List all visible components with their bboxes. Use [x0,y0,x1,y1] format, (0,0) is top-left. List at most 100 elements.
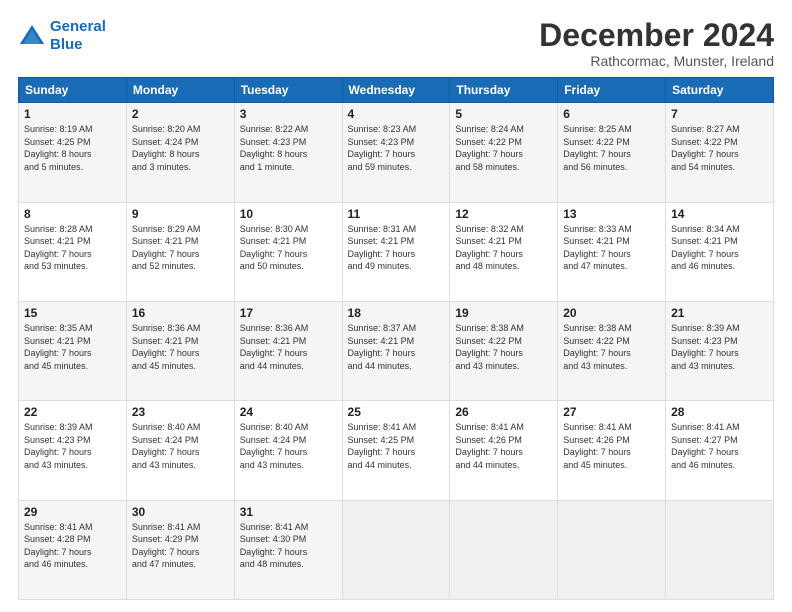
day-number: 2 [132,107,229,121]
calendar-cell: 4Sunrise: 8:23 AM Sunset: 4:23 PM Daylig… [342,103,450,202]
calendar-cell: 14 Sunrise: 8:34 AM Sunset: 4:21 PM Dayli… [666,202,774,301]
day-info: Sunrise: 8:41 AM Sunset: 4:27 PM Dayligh… [671,421,768,471]
day-number: 31 [240,505,337,519]
calendar-cell: 5 Sunrise: 8:24 AM Sunset: 4:22 PM Daylig… [450,103,558,202]
calendar-cell: 12 Sunrise: 8:32 AM Sunset: 4:21 PM Dayli… [450,202,558,301]
calendar-cell: 23 Sunrise: 8:40 AM Sunset: 4:24 PM Dayli… [126,401,234,500]
calendar-cell: 3 Sunrise: 8:22 AM Sunset: 4:23 PM Daylig… [234,103,342,202]
day-number: 30 [132,505,229,519]
calendar-cell: 19Sunrise: 8:38 AM Sunset: 4:22 PM Dayli… [450,301,558,400]
calendar-cell [558,500,666,599]
day-info: Sunrise: 8:38 AM Sunset: 4:22 PM Dayligh… [563,322,660,372]
day-number: 14 [671,207,768,221]
day-number: 20 [563,306,660,320]
calendar-cell: 10Sunrise: 8:30 AM Sunset: 4:21 PM Dayli… [234,202,342,301]
calendar-cell: 16 Sunrise: 8:36 AM Sunset: 4:21 PM Dayli… [126,301,234,400]
day-info: Sunrise: 8:40 AM Sunset: 4:24 PM Dayligh… [132,421,229,471]
calendar-cell: 24 Sunrise: 8:40 AM Sunset: 4:24 PM Dayli… [234,401,342,500]
day-info: Sunrise: 8:41 AM Sunset: 4:29 PM Dayligh… [132,521,229,571]
day-number: 12 [455,207,552,221]
calendar-cell: 11Sunrise: 8:31 AM Sunset: 4:21 PM Dayli… [342,202,450,301]
calendar-cell: 26 Sunrise: 8:41 AM Sunset: 4:26 PM Dayli… [450,401,558,500]
day-info: Sunrise: 8:28 AM Sunset: 4:21 PM Dayligh… [24,223,121,273]
day-info: Sunrise: 8:40 AM Sunset: 4:24 PM Dayligh… [240,421,337,471]
day-info: Sunrise: 8:39 AM Sunset: 4:23 PM Dayligh… [671,322,768,372]
day-info: Sunrise: 8:41 AM Sunset: 4:25 PM Dayligh… [348,421,445,471]
calendar-header-row: Sunday Monday Tuesday Wednesday Thursday… [19,78,774,103]
week-row-5: 29Sunrise: 8:41 AM Sunset: 4:28 PM Dayli… [19,500,774,599]
day-number: 3 [240,107,337,121]
day-info: Sunrise: 8:41 AM Sunset: 4:30 PM Dayligh… [240,521,337,571]
day-info: Sunrise: 8:38 AM Sunset: 4:22 PM Dayligh… [455,322,552,372]
col-saturday: Saturday [666,78,774,103]
day-info: Sunrise: 8:36 AM Sunset: 4:21 PM Dayligh… [132,322,229,372]
day-number: 25 [348,405,445,419]
calendar-cell [342,500,450,599]
day-info: Sunrise: 8:35 AM Sunset: 4:21 PM Dayligh… [24,322,121,372]
day-number: 16 [132,306,229,320]
calendar-cell: 8 Sunrise: 8:28 AM Sunset: 4:21 PM Daylig… [19,202,127,301]
calendar-cell: 2 Sunrise: 8:20 AM Sunset: 4:24 PM Daylig… [126,103,234,202]
day-number: 8 [24,207,121,221]
day-info: Sunrise: 8:41 AM Sunset: 4:26 PM Dayligh… [563,421,660,471]
day-number: 29 [24,505,121,519]
calendar-table: Sunday Monday Tuesday Wednesday Thursday… [18,77,774,600]
day-number: 5 [455,107,552,121]
day-info: Sunrise: 8:25 AM Sunset: 4:22 PM Dayligh… [563,123,660,173]
calendar-cell: 21 Sunrise: 8:39 AM Sunset: 4:23 PM Dayli… [666,301,774,400]
day-info: Sunrise: 8:39 AM Sunset: 4:23 PM Dayligh… [24,421,121,471]
logo-text: General Blue [50,18,106,54]
calendar-cell: 31 Sunrise: 8:41 AM Sunset: 4:30 PM Dayli… [234,500,342,599]
col-thursday: Thursday [450,78,558,103]
calendar-cell: 7 Sunrise: 8:27 AM Sunset: 4:22 PM Daylig… [666,103,774,202]
day-number: 15 [24,306,121,320]
header: General Blue December 2024 Rathcormac, M… [18,18,774,69]
title-block: December 2024 Rathcormac, Munster, Irela… [539,18,774,69]
day-info: Sunrise: 8:22 AM Sunset: 4:23 PM Dayligh… [240,123,337,173]
col-monday: Monday [126,78,234,103]
day-info: Sunrise: 8:34 AM Sunset: 4:21 PM Dayligh… [671,223,768,273]
day-info: Sunrise: 8:24 AM Sunset: 4:22 PM Dayligh… [455,123,552,173]
day-number: 24 [240,405,337,419]
week-row-1: 1 Sunrise: 8:19 AM Sunset: 4:25 PM Daylig… [19,103,774,202]
week-row-2: 8 Sunrise: 8:28 AM Sunset: 4:21 PM Daylig… [19,202,774,301]
calendar-cell: 20 Sunrise: 8:38 AM Sunset: 4:22 PM Dayli… [558,301,666,400]
calendar-cell: 17Sunrise: 8:36 AM Sunset: 4:21 PM Dayli… [234,301,342,400]
day-info: Sunrise: 8:19 AM Sunset: 4:25 PM Dayligh… [24,123,121,173]
day-number: 22 [24,405,121,419]
calendar-cell: 28Sunrise: 8:41 AM Sunset: 4:27 PM Dayli… [666,401,774,500]
day-info: Sunrise: 8:20 AM Sunset: 4:24 PM Dayligh… [132,123,229,173]
day-info: Sunrise: 8:32 AM Sunset: 4:21 PM Dayligh… [455,223,552,273]
day-number: 18 [348,306,445,320]
day-number: 1 [24,107,121,121]
col-sunday: Sunday [19,78,127,103]
calendar-cell: 25 Sunrise: 8:41 AM Sunset: 4:25 PM Dayli… [342,401,450,500]
col-friday: Friday [558,78,666,103]
day-number: 26 [455,405,552,419]
calendar-cell: 13Sunrise: 8:33 AM Sunset: 4:21 PM Dayli… [558,202,666,301]
main-title: December 2024 [539,18,774,53]
week-row-3: 15 Sunrise: 8:35 AM Sunset: 4:21 PM Dayli… [19,301,774,400]
calendar-cell: 29Sunrise: 8:41 AM Sunset: 4:28 PM Dayli… [19,500,127,599]
calendar-cell [666,500,774,599]
day-info: Sunrise: 8:41 AM Sunset: 4:26 PM Dayligh… [455,421,552,471]
logo: General Blue [18,18,106,54]
day-info: Sunrise: 8:23 AM Sunset: 4:23 PM Dayligh… [348,123,445,173]
logo-line1: General [50,18,106,35]
calendar-cell: 9Sunrise: 8:29 AM Sunset: 4:21 PM Daylig… [126,202,234,301]
day-info: Sunrise: 8:31 AM Sunset: 4:21 PM Dayligh… [348,223,445,273]
col-tuesday: Tuesday [234,78,342,103]
day-number: 6 [563,107,660,121]
day-number: 23 [132,405,229,419]
day-number: 9 [132,207,229,221]
day-number: 17 [240,306,337,320]
logo-icon [18,22,46,50]
logo-line2: Blue [50,36,83,53]
calendar-cell: 30 Sunrise: 8:41 AM Sunset: 4:29 PM Dayli… [126,500,234,599]
day-number: 13 [563,207,660,221]
day-number: 21 [671,306,768,320]
page: General Blue December 2024 Rathcormac, M… [0,0,792,612]
day-number: 7 [671,107,768,121]
day-info: Sunrise: 8:27 AM Sunset: 4:22 PM Dayligh… [671,123,768,173]
subtitle: Rathcormac, Munster, Ireland [539,53,774,69]
